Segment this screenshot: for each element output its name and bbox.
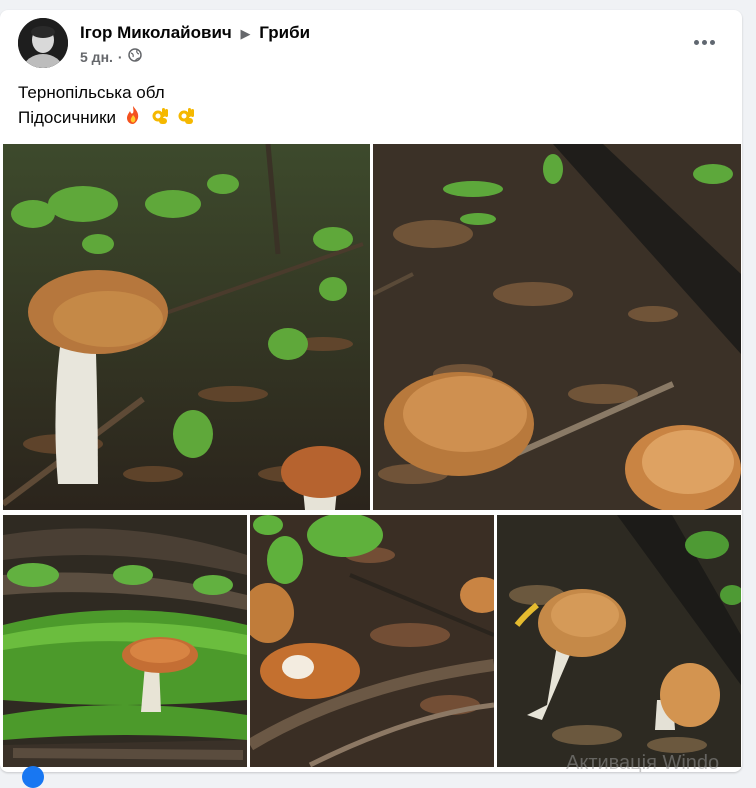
post-header-title: Ігор Миколайович ▶ Гриби: [80, 23, 310, 43]
author-name[interactable]: Ігор Миколайович: [80, 23, 232, 42]
post-text-line-1: Тернопільська обл: [18, 83, 165, 102]
avatar-image: [18, 18, 68, 68]
post-meta: 5 дн. ·: [80, 48, 142, 65]
post-photo-4[interactable]: [250, 515, 494, 767]
mushroom-photo: [250, 515, 494, 767]
mushroom-photo: [373, 144, 741, 510]
dot-icon: [701, 39, 707, 45]
more-options-button[interactable]: [686, 30, 722, 54]
post-text-line-2: Підосичники: [18, 105, 196, 132]
post-photo-1[interactable]: [3, 144, 370, 510]
mushroom-photo: [497, 515, 741, 767]
globe-icon: [127, 48, 142, 65]
post-photo-2[interactable]: [373, 144, 741, 510]
post-text-line-2-text: Підосичники: [18, 108, 117, 127]
arrow-right-icon: ▶: [240, 26, 251, 41]
avatar[interactable]: [18, 18, 68, 68]
post-text: Тернопільська обл Підосичники: [18, 80, 196, 132]
post-photo-3[interactable]: [3, 515, 247, 767]
ok-hand-icon: [150, 105, 170, 132]
watermark-text: Активація Windo: [566, 752, 720, 772]
mushroom-photo: [3, 515, 247, 767]
mushroom-photo: [3, 144, 370, 510]
group-name[interactable]: Гриби: [259, 23, 310, 42]
dot-icon: [693, 39, 699, 45]
bottom-avatar-icon: [22, 766, 44, 788]
post-time[interactable]: 5 дн.: [80, 49, 113, 65]
post-card: Ігор Миколайович ▶ Гриби 5 дн. · Тернопі…: [0, 10, 742, 772]
dot-icon: [709, 39, 715, 45]
ok-hand-icon: [176, 105, 196, 132]
fire-icon: [123, 105, 143, 132]
post-photo-5[interactable]: [497, 515, 741, 767]
